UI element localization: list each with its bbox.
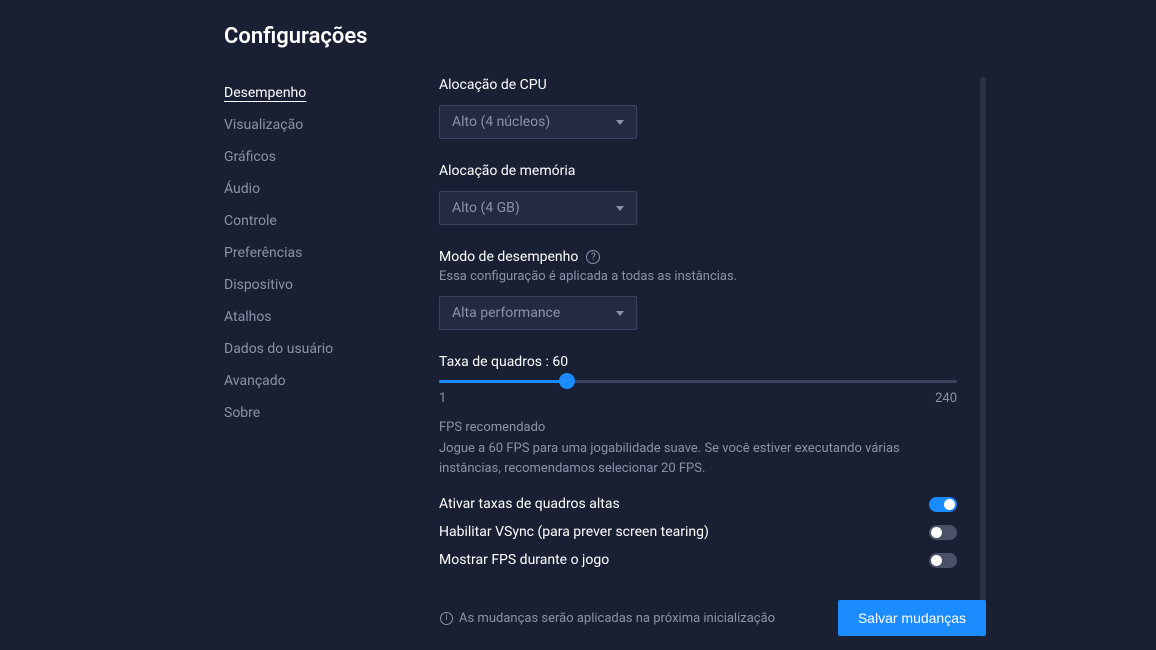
sidebar-item-visualizacao[interactable]: Visualização — [224, 109, 439, 141]
info-icon: i — [440, 612, 453, 625]
sidebar-item-atalhos[interactable]: Atalhos — [224, 301, 439, 333]
fps-slider-thumb[interactable] — [559, 373, 575, 389]
sidebar-item-avancado[interactable]: Avançado — [224, 365, 439, 397]
fps-slider-min: 1 — [439, 391, 446, 406]
fps-slider-fill — [439, 380, 567, 383]
fps-slider[interactable] — [439, 380, 957, 383]
caret-down-icon — [616, 311, 624, 316]
performance-mode-dropdown[interactable]: Alta performance — [439, 296, 637, 330]
scrollbar[interactable] — [980, 77, 986, 637]
fps-slider-label: Taxa de quadros : 60 — [439, 354, 966, 370]
help-icon[interactable]: ? — [586, 250, 600, 264]
sidebar-item-controle[interactable]: Controle — [224, 205, 439, 237]
fps-recommended-title: FPS recomendado — [439, 420, 966, 435]
save-button[interactable]: Salvar mudanças — [838, 600, 986, 636]
page-title: Configurações — [224, 24, 1156, 49]
vsync-toggle-label: Habilitar VSync (para prever screen tear… — [439, 524, 709, 540]
performance-mode-sublabel: Essa configuração é aplicada a todas as … — [439, 269, 966, 284]
main-content: Alocação de CPU Alto (4 núcleos) Alocaçã… — [439, 77, 1156, 643]
memory-allocation-value: Alto (4 GB) — [452, 200, 520, 216]
fps-slider-max: 240 — [935, 391, 957, 406]
high-fps-toggle[interactable] — [929, 497, 957, 512]
sidebar-item-sobre[interactable]: Sobre — [224, 397, 439, 429]
fps-recommended-desc: Jogue a 60 FPS para uma jogabilidade sua… — [439, 439, 957, 478]
sidebar-item-preferencias[interactable]: Preferências — [224, 237, 439, 269]
performance-mode-label-text: Modo de desempenho — [439, 249, 578, 265]
cpu-allocation-label: Alocação de CPU — [439, 77, 966, 93]
high-fps-toggle-label: Ativar taxas de quadros altas — [439, 496, 620, 512]
vsync-toggle[interactable] — [929, 525, 957, 540]
cpu-allocation-value: Alto (4 núcleos) — [452, 114, 550, 130]
memory-allocation-dropdown[interactable]: Alto (4 GB) — [439, 191, 637, 225]
toggle-knob — [944, 499, 955, 510]
sidebar-item-dispositivo[interactable]: Dispositivo — [224, 269, 439, 301]
caret-down-icon — [616, 206, 624, 211]
sidebar-item-desempenho[interactable]: Desempenho — [224, 77, 439, 109]
settings-sidebar: Desempenho Visualização Gráficos Áudio C… — [224, 77, 439, 643]
performance-mode-value: Alta performance — [452, 305, 560, 321]
sidebar-item-graficos[interactable]: Gráficos — [224, 141, 439, 173]
footer-message-text: As mudanças serão aplicadas na próxima i… — [459, 611, 775, 626]
footer-message: i As mudanças serão aplicadas na próxima… — [440, 611, 775, 626]
show-fps-toggle-label: Mostrar FPS durante o jogo — [439, 552, 609, 568]
sidebar-item-dados-usuario[interactable]: Dados do usuário — [224, 333, 439, 365]
cpu-allocation-dropdown[interactable]: Alto (4 núcleos) — [439, 105, 637, 139]
caret-down-icon — [616, 120, 624, 125]
show-fps-toggle[interactable] — [929, 553, 957, 568]
memory-allocation-label: Alocação de memória — [439, 163, 966, 179]
sidebar-item-audio[interactable]: Áudio — [224, 173, 439, 205]
toggle-knob — [931, 527, 942, 538]
performance-mode-label: Modo de desempenho ? — [439, 249, 966, 265]
toggle-knob — [931, 555, 942, 566]
